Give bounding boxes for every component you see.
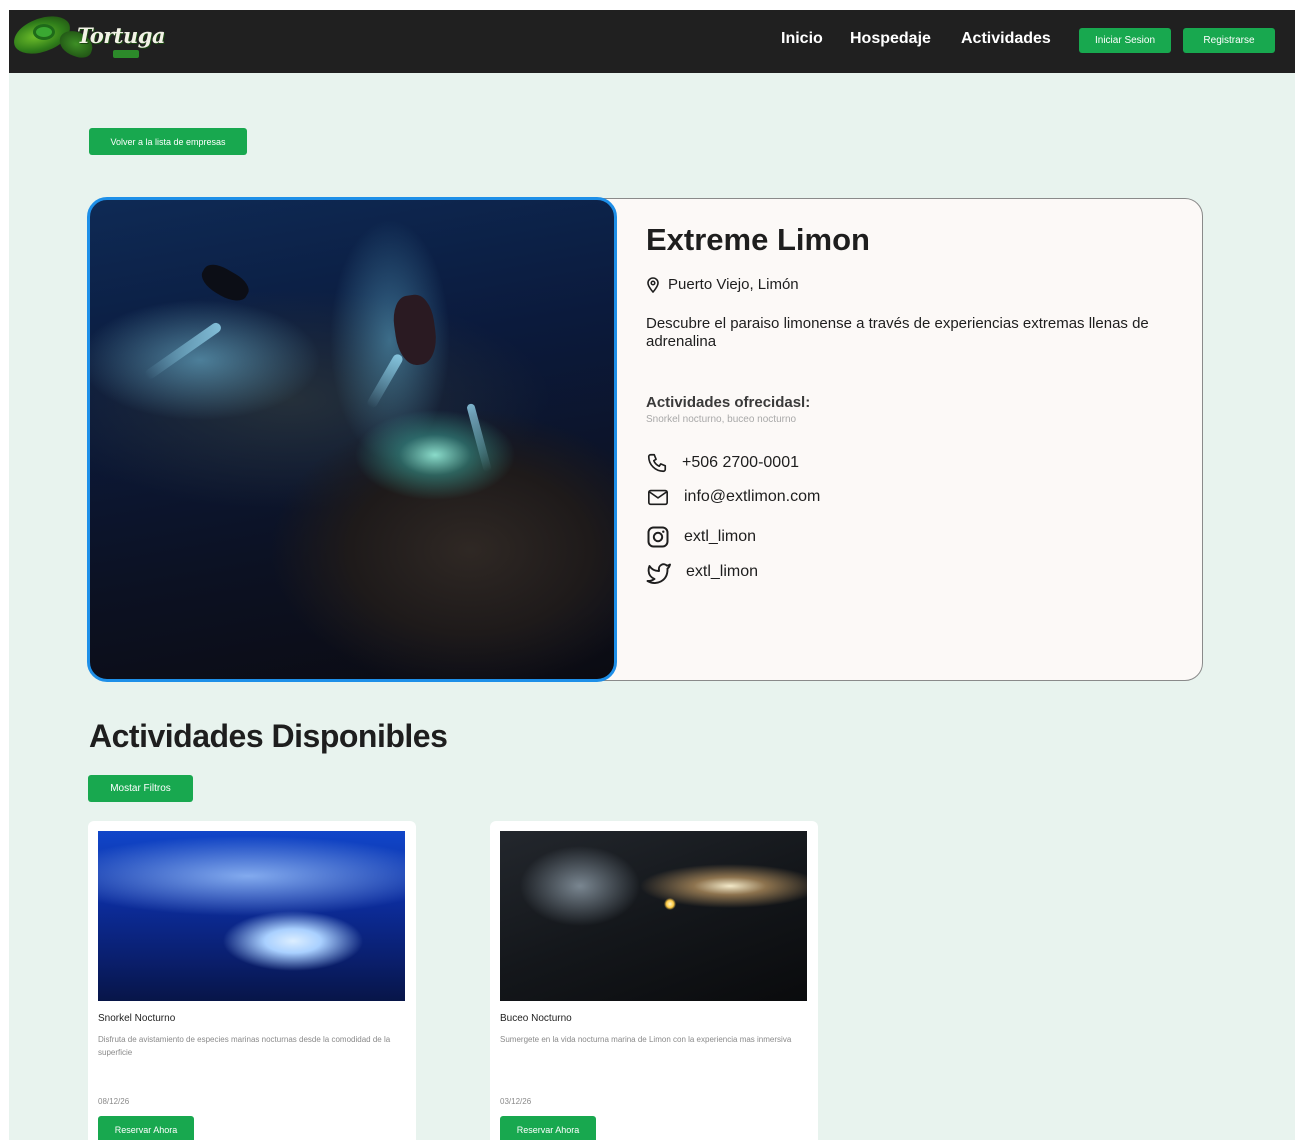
phone-icon [646,452,668,474]
activities-offered-list: Snorkel nocturno, buceo nocturno [646,414,797,425]
logo-sub-badge [113,50,139,58]
company-name: Extreme Limon [646,222,870,257]
activity-date: 08/12/26 [98,1097,130,1106]
contact-twitter[interactable]: extl_limon [646,560,758,584]
activity-description: Disfruta de avistamiento de especies mar… [98,1035,391,1057]
activity-title: Buceo Nocturno [500,1013,572,1024]
mail-icon [646,486,670,508]
logo-wordmark: Tortuga [77,23,166,48]
instagram-icon [646,525,670,549]
location-text: Puerto Viejo, Limón [668,276,799,293]
navbar: Tortuga Inicio Hospedaje Actividades Ini… [9,10,1295,73]
diver-silhouette [196,259,254,307]
light-beam [143,320,223,381]
activity-card: Snorkel Nocturno Disfruta de avistamient… [88,821,416,1140]
light-beam [466,402,492,473]
nav-actividades[interactable]: Actividades [961,30,1051,48]
activities-section-title: Actividades Disponibles [89,718,448,754]
register-button[interactable]: Registrarse [1183,28,1275,53]
logo[interactable]: Tortuga [10,12,166,66]
contact-instagram[interactable]: extl_limon [646,525,756,549]
activity-card: Buceo Nocturno Sumergete en la vida noct… [490,821,818,1140]
activity-date: 03/12/26 [500,1097,532,1106]
twitter-icon [646,560,672,584]
activity-image [98,831,405,1001]
instagram-text: extl_limon [684,528,757,545]
back-to-companies-button[interactable]: Volver a la lista de empresas [89,128,247,155]
company-description: Descubre el paraiso limonense a través d… [646,315,1149,350]
phone-text: +506 2700-0001 [682,454,799,471]
contact-email[interactable]: info@extlimon.com [646,486,820,508]
activity-description: Sumergete en la vida nocturna marina de … [500,1035,792,1044]
light-beam [365,352,405,410]
contact-phone[interactable]: +506 2700-0001 [646,452,799,474]
page: Tortuga Inicio Hospedaje Actividades Ini… [9,10,1295,1140]
turtle-icon [33,24,55,40]
twitter-text: extl_limon [686,563,759,580]
activity-image [500,831,807,1001]
location-pin-icon [646,276,660,293]
activity-title: Snorkel Nocturno [98,1013,176,1024]
nav-inicio[interactable]: Inicio [781,30,823,48]
email-text: info@extlimon.com [684,488,821,505]
show-filters-button[interactable]: Mostar Filtros [88,775,193,802]
login-button[interactable]: Iniciar Sesion [1079,28,1171,53]
activities-offered-label: Actividades ofrecidasl: [646,394,811,411]
company-hero-image [87,197,617,682]
nav-hospedaje[interactable]: Hospedaje [850,30,931,48]
reserve-button[interactable]: Reservar Ahora [98,1116,194,1140]
reserve-button[interactable]: Reservar Ahora [500,1116,596,1140]
company-location: Puerto Viejo, Limón [646,276,799,293]
